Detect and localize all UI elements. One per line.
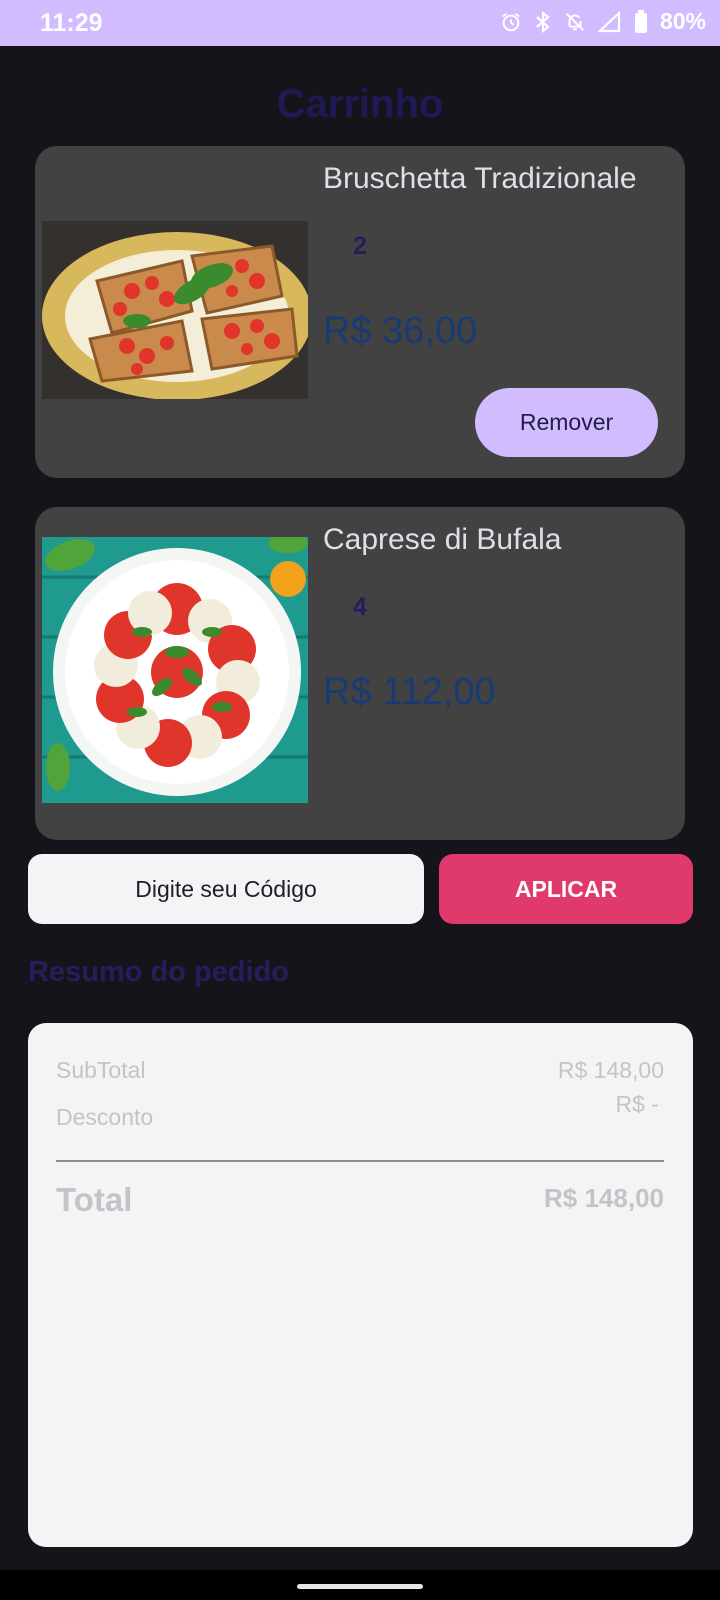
status-bar: 11:29 80% <box>0 0 720 46</box>
navigation-bar <box>0 1570 720 1600</box>
caprese-photo <box>42 537 308 803</box>
status-time: 11:29 <box>40 9 103 37</box>
subtotal-value: R$ 148,00 <box>557 1057 664 1083</box>
coupon-code-input[interactable]: Digite seu Código <box>28 854 424 924</box>
order-summary-panel: SubTotal R$ 148,00 Desconto R$ - Total R… <box>28 1023 693 1547</box>
signal-icon <box>597 10 621 32</box>
item-quantity: 2 <box>353 232 367 260</box>
item-price: R$ 36,00 <box>323 310 478 352</box>
item-quantity: 4 <box>353 593 367 621</box>
bluetooth-icon <box>536 10 550 33</box>
subtotal-label: SubTotal <box>56 1057 146 1083</box>
discount-value: R$ - <box>615 1091 659 1117</box>
bruschetta-photo <box>42 221 308 399</box>
cart-item: Caprese di Bufala 4 R$ 112,00 <box>35 507 685 840</box>
apply-coupon-button[interactable]: APLICAR <box>439 854 693 924</box>
total-value: R$ 148,00 <box>544 1183 664 1213</box>
item-name: Caprese di Bufala <box>323 523 562 556</box>
battery-icon <box>634 9 647 33</box>
cart-item: Bruschetta Tradizionale 2 R$ 36,00 Remov… <box>35 146 685 478</box>
notifications-off-icon <box>565 12 584 31</box>
summary-heading: Resumo do pedido <box>28 956 289 988</box>
discount-label: Desconto <box>56 1104 154 1130</box>
remove-button[interactable]: Remover <box>475 388 658 457</box>
total-label: Total <box>56 1181 133 1218</box>
page-title: Carrinho <box>276 82 444 126</box>
summary-divider <box>56 1160 664 1162</box>
alarm-icon <box>502 12 520 31</box>
item-price: R$ 112,00 <box>323 671 496 713</box>
item-name: Bruschetta Tradizionale <box>323 162 637 195</box>
status-icons: 80% <box>500 8 706 35</box>
battery-percent: 80% <box>659 8 706 34</box>
home-indicator[interactable] <box>297 1584 423 1589</box>
